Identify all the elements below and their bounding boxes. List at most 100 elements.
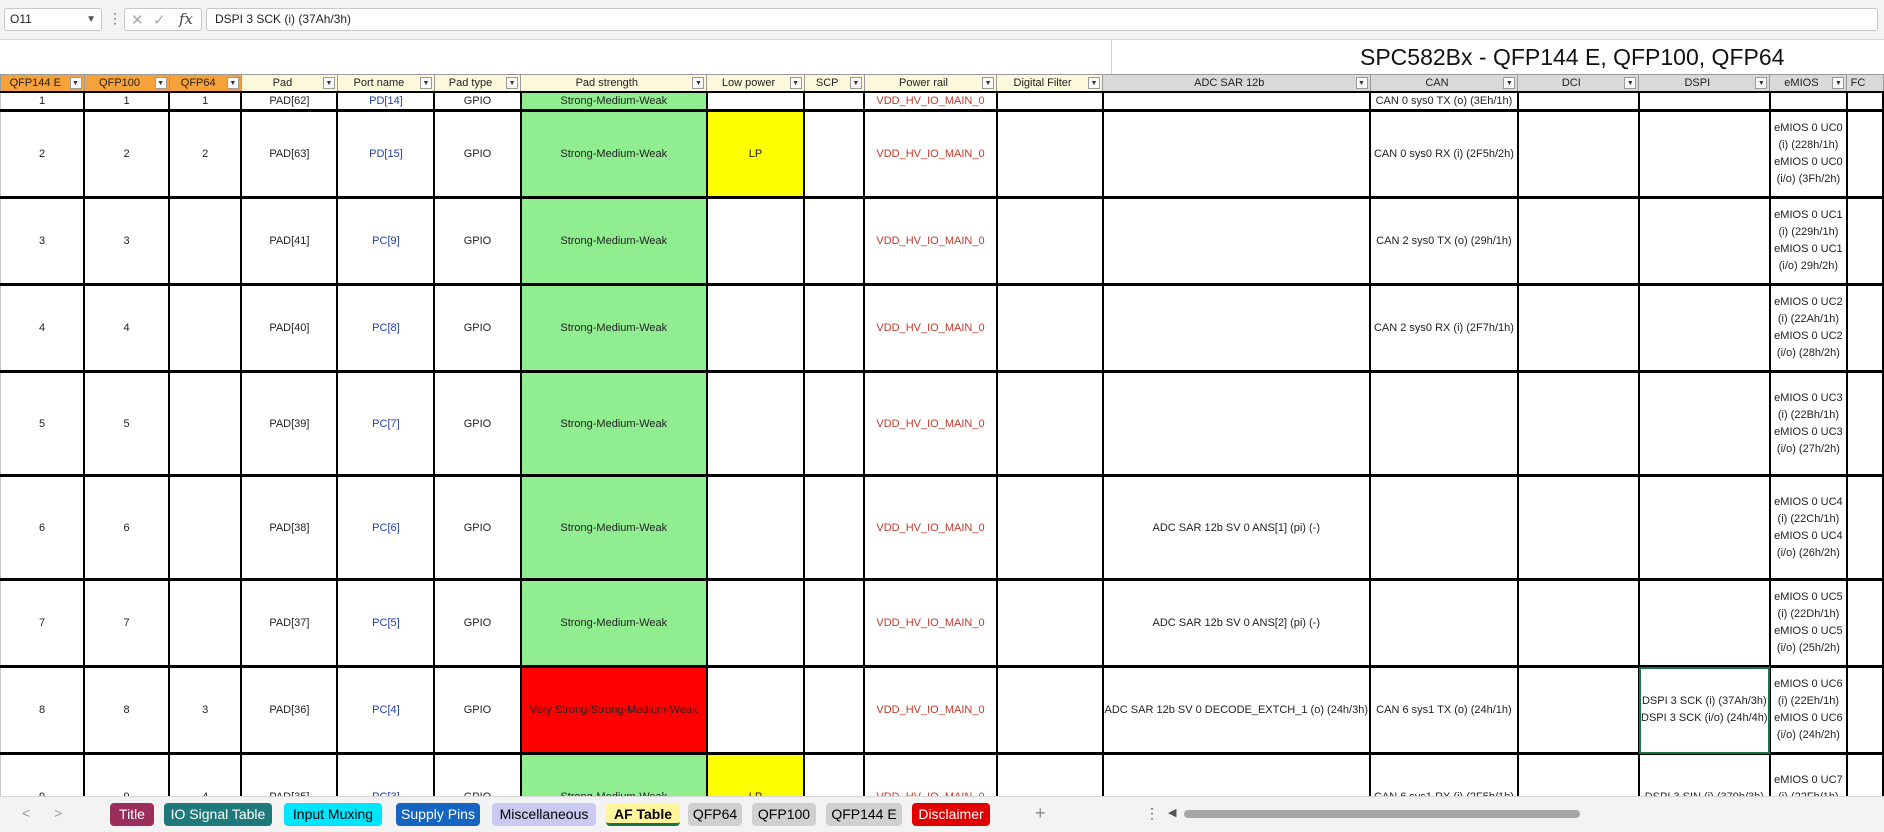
cell-adc[interactable]	[1102, 197, 1372, 286]
cell-qfp100[interactable]: 5	[83, 371, 171, 477]
col-header-emios[interactable]: eMIOS ▼	[1769, 74, 1848, 93]
cell-emios[interactable]: eMIOS 0 UC6 (i) (22Eh/1h) eMIOS 0 UC6 (i…	[1769, 666, 1848, 755]
cell-pad-strength[interactable]: Strong-Medium-Weak	[520, 91, 708, 112]
cell-power-rail[interactable]: VDD_HV_IO_MAIN_0	[863, 753, 998, 796]
check-icon[interactable]: ✓	[153, 11, 166, 29]
filter-dropdown-icon[interactable]: ▼	[789, 77, 802, 89]
col-header-dspi[interactable]: DSPI ▼	[1638, 74, 1771, 93]
col-header-qfp100[interactable]: QFP100 ▼	[83, 74, 170, 93]
cell-pad-type[interactable]: GPIO	[433, 197, 522, 286]
cell-pad[interactable]: PAD[37]	[240, 579, 339, 668]
cell-scp[interactable]	[803, 91, 866, 112]
cell-qfp100[interactable]: 7	[83, 579, 171, 668]
formula-input[interactable]: DSPI 3 SCK (i) (37Ah/3h)	[206, 8, 1878, 31]
cell-dci[interactable]	[1517, 371, 1640, 477]
cell-dci[interactable]	[1517, 579, 1640, 668]
cell-qfp144e[interactable]: 7	[0, 579, 85, 668]
cell-adc[interactable]	[1102, 371, 1372, 477]
cell-pad[interactable]: PAD[38]	[240, 475, 339, 581]
cell-emios[interactable]: eMIOS 0 UC3 (i) (22Bh/1h) eMIOS 0 UC3 (i…	[1769, 371, 1848, 477]
cell-qfp144e[interactable]: 3	[0, 197, 85, 286]
cell-qfp64[interactable]	[168, 197, 243, 286]
cell-fc[interactable]	[1846, 91, 1884, 112]
cell-can[interactable]	[1369, 579, 1519, 668]
cell-adc[interactable]: ADC SAR 12b SV 0 DECODE_EXTCH_1 (o) (24h…	[1102, 666, 1372, 755]
cell-can[interactable]: CAN 0 sys0 TX (o) (3Eh/1h)	[1369, 91, 1519, 112]
filter-dropdown-icon[interactable]: ▼	[1755, 77, 1768, 89]
chevron-right-icon[interactable]: >	[54, 805, 62, 821]
cell-low-power[interactable]	[706, 475, 806, 581]
cell-pad[interactable]: PAD[63]	[240, 110, 339, 199]
cell-dci[interactable]	[1517, 666, 1640, 755]
cell-dspi[interactable]	[1638, 371, 1771, 477]
sheet-tab-supply-pins[interactable]: Supply Pins	[396, 803, 480, 826]
cell-digital-filter[interactable]	[996, 284, 1104, 373]
cell-adc[interactable]: ADC SAR 12b SV 0 ANS[1] (pi) (-)	[1102, 475, 1372, 581]
cell-port-name[interactable]: PC[6]	[336, 475, 436, 581]
cell-adc[interactable]	[1102, 110, 1372, 199]
sheet-grid[interactable]: SPC582Bx - QFP144 E, QFP100, QFP64 QFP14…	[0, 40, 1884, 796]
cell-digital-filter[interactable]	[996, 91, 1104, 112]
cell-fc[interactable]	[1846, 110, 1884, 199]
cell-pad-type[interactable]: GPIO	[433, 371, 522, 477]
cell-can[interactable]	[1369, 371, 1519, 477]
cell-pad-strength[interactable]: Strong-Medium-Weak	[520, 753, 708, 796]
cell-pad-type[interactable]: GPIO	[433, 753, 522, 796]
cell-qfp144e[interactable]: 2	[0, 110, 85, 199]
cell-digital-filter[interactable]	[996, 666, 1104, 755]
cell-dci[interactable]	[1517, 475, 1640, 581]
cell-qfp144e[interactable]: 8	[0, 666, 85, 755]
fx-icon[interactable]: fx	[179, 10, 193, 28]
sheet-tab-qfp64[interactable]: QFP64	[688, 803, 742, 826]
cell-scp[interactable]	[803, 371, 866, 477]
cell-qfp64[interactable]: 2	[168, 110, 243, 199]
cell-emios[interactable]: eMIOS 0 UC2 (i) (22Ah/1h) eMIOS 0 UC2 (i…	[1769, 284, 1848, 373]
cell-dspi[interactable]: DSPI 3 SIN (i) (379h/3h)	[1638, 753, 1771, 796]
cell-qfp144e[interactable]: 9	[0, 753, 85, 796]
cell-adc[interactable]	[1102, 753, 1372, 796]
cell-dspi[interactable]	[1638, 579, 1771, 668]
cell-emios[interactable]: eMIOS 0 UC4 (i) (22Ch/1h) eMIOS 0 UC4 (i…	[1769, 475, 1848, 581]
col-header-low-power[interactable]: Low power ▼	[706, 74, 805, 93]
cell-power-rail[interactable]: VDD_HV_IO_MAIN_0	[863, 579, 998, 668]
cell-qfp100[interactable]: 2	[83, 110, 171, 199]
cancel-icon[interactable]: ✕	[131, 11, 144, 29]
cell-digital-filter[interactable]	[996, 579, 1104, 668]
cell-qfp100[interactable]: 3	[83, 197, 171, 286]
cell-port-name[interactable]: PC[8]	[336, 284, 436, 373]
col-header-port-name[interactable]: Port name ▼	[336, 74, 435, 93]
col-header-dci[interactable]: DCI ▼	[1517, 74, 1640, 93]
cell-pad-type[interactable]: GPIO	[433, 475, 522, 581]
cell-emios[interactable]: eMIOS 0 UC5 (i) (22Dh/1h) eMIOS 0 UC5 (i…	[1769, 579, 1848, 668]
cell-qfp100[interactable]: 4	[83, 284, 171, 373]
cell-port-name[interactable]: PC[4]	[336, 666, 436, 755]
filter-dropdown-icon[interactable]: ▼	[849, 77, 862, 89]
chevron-down-icon[interactable]: ▼	[86, 9, 96, 30]
cell-qfp64[interactable]	[168, 371, 243, 477]
cell-low-power[interactable]: LP	[706, 110, 806, 199]
filter-dropdown-icon[interactable]: ▼	[506, 77, 519, 89]
cell-low-power[interactable]	[706, 284, 806, 373]
cell-dci[interactable]	[1517, 91, 1640, 112]
cell-qfp64[interactable]	[168, 475, 243, 581]
cell-adc[interactable]	[1102, 284, 1372, 373]
cell-qfp64[interactable]: 4	[168, 753, 243, 796]
cell-qfp64[interactable]: 3	[168, 666, 243, 755]
filter-dropdown-icon[interactable]: ▼	[1355, 77, 1368, 89]
chevron-left-icon[interactable]: <	[22, 805, 30, 821]
cell-dci[interactable]	[1517, 753, 1640, 796]
plus-icon[interactable]: +	[1035, 803, 1046, 824]
col-header-qfp144e[interactable]: QFP144 E ▼	[0, 74, 85, 93]
sheet-tab-input-muxing[interactable]: Input Muxing	[284, 803, 382, 826]
col-header-qfp64[interactable]: QFP64 ▼	[168, 74, 242, 93]
filter-dropdown-icon[interactable]: ▼	[154, 77, 167, 89]
cell-dspi[interactable]	[1638, 110, 1771, 199]
cell-qfp144e[interactable]: 5	[0, 371, 85, 477]
cell-scp[interactable]	[803, 284, 866, 373]
name-box[interactable]: O11 ▼	[4, 8, 102, 31]
cell-can[interactable]	[1369, 475, 1519, 581]
cell-port-name[interactable]: PC[3]	[336, 753, 436, 796]
cell-dspi-selected[interactable]: DSPI 3 SCK (i) (37Ah/3h) DSPI 3 SCK (i/o…	[1638, 666, 1771, 755]
cell-pad[interactable]: PAD[40]	[240, 284, 339, 373]
cell-dci[interactable]	[1517, 110, 1640, 199]
